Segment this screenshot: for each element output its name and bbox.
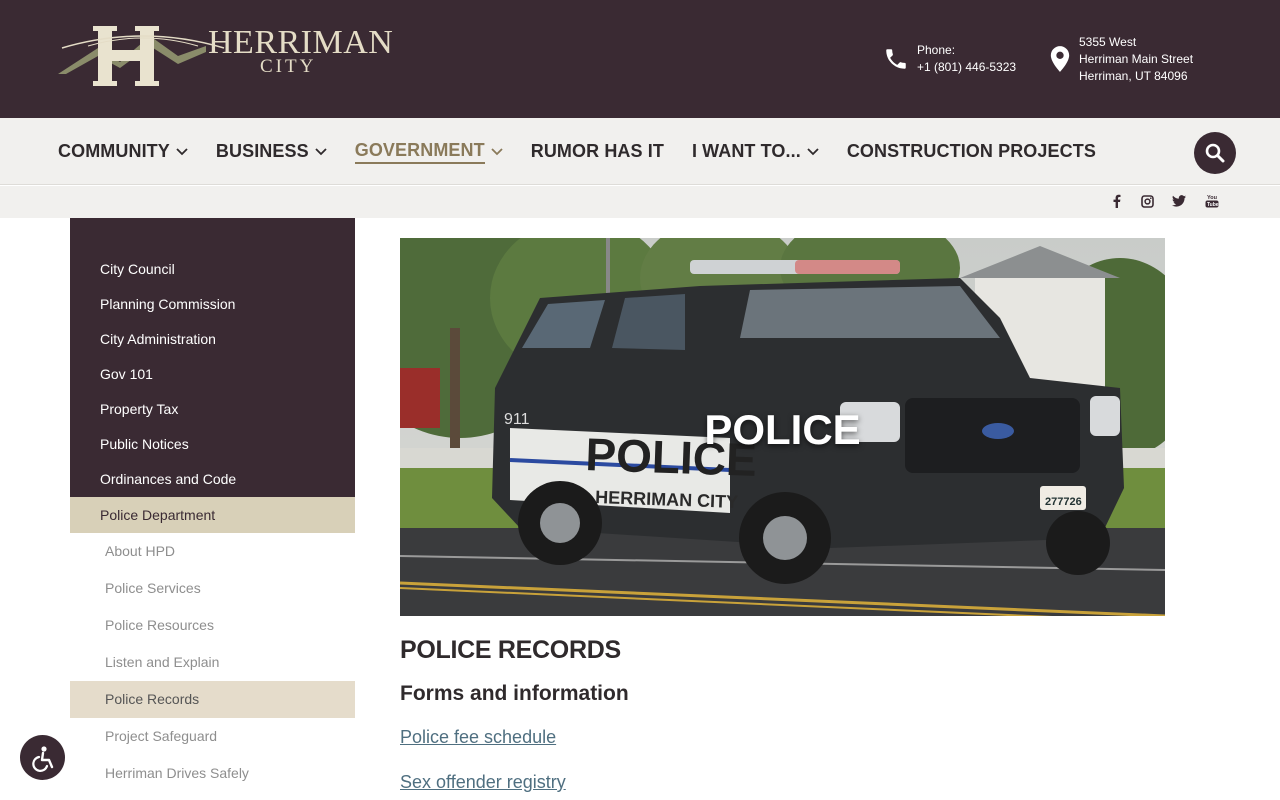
address-line-3: Herriman, UT 84096 (1079, 68, 1188, 83)
search-icon (1205, 143, 1225, 163)
hero-banner: POLICE HERRIMAN CITY 911 277726 POLICE (400, 238, 1165, 616)
social-links: You Tube (0, 186, 1280, 218)
chevron-down-icon (491, 147, 503, 155)
youtube-logo-text: You (1207, 195, 1217, 201)
sidebar-primary-nav: City Council Planning Commission City Ad… (70, 218, 355, 533)
search-button[interactable] (1194, 132, 1236, 174)
site-header: HERRIMAN CITY Phone: +1 (801) 446-5323 5… (0, 0, 1280, 118)
sidebar-subitem-police-records[interactable]: Police Records (70, 681, 355, 718)
sidebar-item-police-department[interactable]: Police Department (70, 497, 355, 533)
instagram-icon[interactable] (1138, 192, 1156, 210)
address-line-1: 5355 West (1079, 34, 1137, 49)
sidebar-item-gov-101[interactable]: Gov 101 (70, 357, 355, 392)
chevron-down-icon (807, 147, 819, 155)
twitter-icon[interactable] (1170, 192, 1188, 210)
sidebar-subitem-about-hpd[interactable]: About HPD (70, 533, 355, 570)
sidebar-subnav: About HPD Police Services Police Resourc… (70, 533, 355, 792)
contact-address: 5355 West Herriman Main Street Herriman,… (1049, 0, 1193, 118)
wheelchair-icon (31, 745, 53, 772)
site-logo[interactable]: HERRIMAN CITY (58, 22, 393, 88)
sidebar-subitem-police-services[interactable]: Police Services (70, 570, 355, 607)
youtube-icon[interactable]: You Tube (1203, 192, 1221, 210)
hero-title: POLICE (704, 406, 861, 453)
police-fee-schedule-link[interactable]: Police fee schedule (400, 727, 556, 748)
sidebar-item-ordinances-and-code[interactable]: Ordinances and Code (70, 462, 355, 497)
sidebar-item-public-notices[interactable]: Public Notices (70, 427, 355, 462)
phone-label: Phone: (917, 43, 956, 57)
phone-number[interactable]: +1 (801) 446-5323 (917, 59, 1016, 76)
nav-item-label: COMMUNITY (58, 141, 170, 161)
main-nav: COMMUNITY BUSINESS GOVERNMENT RUMOR HAS … (0, 118, 1280, 185)
facebook-icon[interactable] (1108, 192, 1126, 210)
nav-item-business[interactable]: BUSINESS (216, 141, 327, 162)
section-subheading: Forms and information (400, 682, 629, 705)
nav-item-rumor-has-it[interactable]: RUMOR HAS IT (531, 141, 664, 162)
sidebar-subitem-police-resources[interactable]: Police Resources (70, 607, 355, 644)
chevron-down-icon (315, 147, 327, 155)
map-pin-icon (1050, 46, 1070, 72)
nav-item-construction-projects[interactable]: CONSTRUCTION PROJECTS (847, 141, 1096, 162)
nav-item-community[interactable]: COMMUNITY (58, 141, 188, 162)
sidebar-item-planning-commission[interactable]: Planning Commission (70, 287, 355, 322)
youtube-logo-text: Tube (1207, 202, 1219, 208)
section-sidebar: City Council Planning Commission City Ad… (70, 218, 355, 800)
logo-subtitle: CITY (260, 56, 317, 77)
sidebar-subitem-herriman-drives-safely[interactable]: Herriman Drives Safely (70, 755, 355, 792)
page-title: POLICE RECORDS (400, 636, 621, 664)
nav-item-label: I WANT TO... (691, 141, 801, 161)
sidebar-item-property-tax[interactable]: Property Tax (70, 392, 355, 427)
accessibility-button[interactable] (20, 735, 65, 780)
nav-item-label: GOVERNMENT (354, 140, 485, 164)
sidebar-item-city-council[interactable]: City Council (70, 252, 355, 287)
address-line-2: Herriman Main Street (1079, 51, 1194, 66)
nav-item-label: RUMOR HAS IT (530, 141, 664, 161)
logo-swoosh-icon (61, 35, 225, 49)
nav-item-label: CONSTRUCTION PROJECTS (846, 141, 1096, 161)
nav-item-label: BUSINESS (215, 141, 309, 161)
nav-item-government[interactable]: GOVERNMENT (354, 140, 503, 164)
sidebar-subitem-project-safeguard[interactable]: Project Safeguard (70, 718, 355, 755)
nav-item-i-want-to[interactable]: I WANT TO... (692, 141, 819, 162)
phone-icon (886, 49, 906, 69)
sex-offender-registry-link[interactable]: Sex offender registry (400, 772, 566, 793)
sidebar-subitem-listen-and-explain[interactable]: Listen and Explain (70, 644, 355, 681)
chevron-down-icon (176, 147, 188, 155)
contact-phone: Phone: +1 (801) 446-5323 (883, 0, 1016, 118)
sidebar-item-city-administration[interactable]: City Administration (70, 322, 355, 357)
